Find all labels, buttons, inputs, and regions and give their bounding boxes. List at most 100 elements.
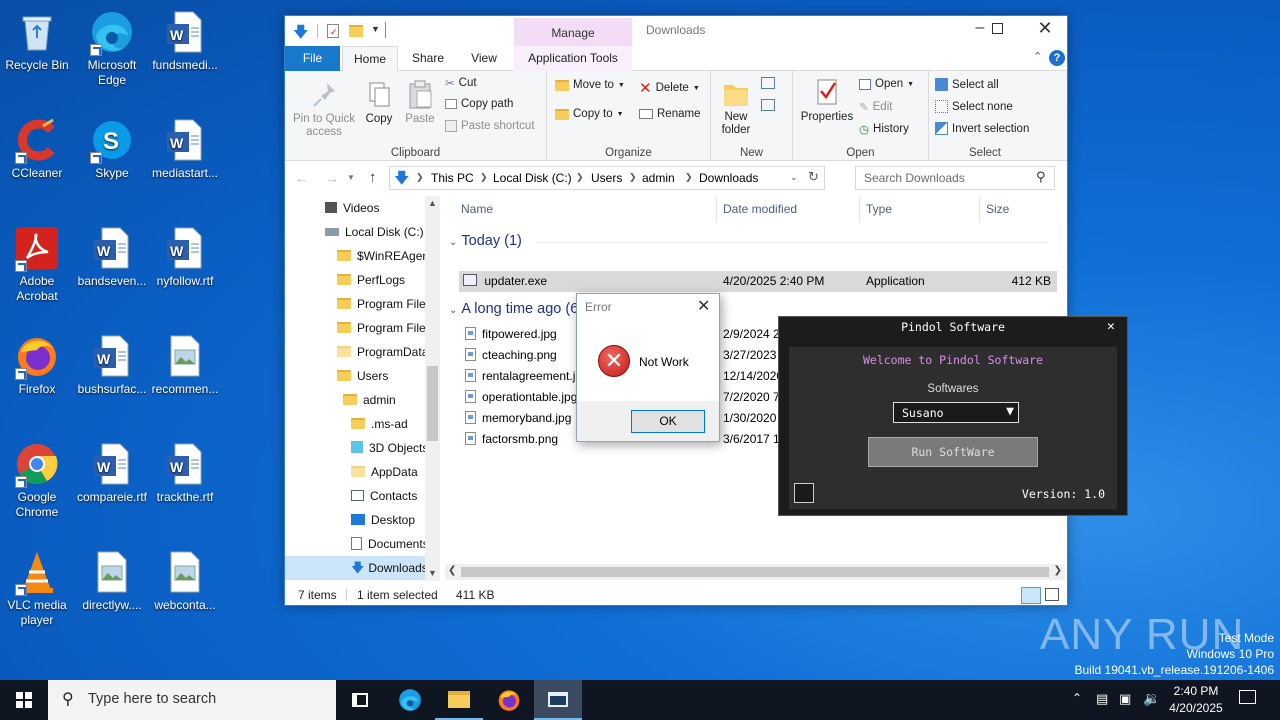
nav-item[interactable]: .ms-ad [351, 412, 408, 436]
breadcrumb-admin[interactable]: admin [642, 171, 675, 185]
column-date-modified[interactable]: Date modified [717, 196, 860, 222]
properties-button[interactable]: Properties [799, 77, 855, 124]
network-icon[interactable]: ▤ [1096, 691, 1108, 707]
pindol-checkbox[interactable] [794, 483, 814, 503]
new-folder-qa-icon[interactable] [349, 25, 363, 37]
taskbar-search-box[interactable]: ⚲ Type here to search [48, 680, 336, 720]
paste-shortcut-button[interactable]: Paste shortcut [445, 120, 535, 132]
search-input[interactable]: Search Downloads [864, 171, 965, 185]
desktop-icon-fundsmedi[interactable]: W fundsmedi... [148, 4, 222, 108]
nav-item[interactable]: $WinREAgent [337, 244, 432, 268]
horizontal-scrollbar[interactable]: ❮ ❯ [445, 564, 1065, 580]
horizontal-scroll-thumb[interactable] [461, 567, 1049, 577]
desktop-icon-recommen[interactable]: recommen... [148, 328, 222, 432]
new-folder-button[interactable]: New folder [715, 77, 757, 137]
breadcrumb-users[interactable]: Users [591, 171, 622, 185]
address-dropdown-icon[interactable]: ⌄ [790, 172, 798, 183]
desktop-icon-firefox[interactable]: Firefox [0, 328, 74, 432]
pindol-close-button[interactable]: ✕ [1107, 319, 1115, 334]
nav-item[interactable]: ProgramData [337, 340, 428, 364]
cut-button[interactable]: ✂ Cut [445, 76, 477, 90]
copy-button[interactable]: Copy [359, 79, 399, 126]
large-icons-view-icon[interactable] [1045, 588, 1059, 601]
scroll-up-icon[interactable]: ▲ [428, 198, 437, 208]
desktop-icon-webconta[interactable]: webconta... [148, 544, 222, 648]
up-button[interactable]: ↑ [369, 169, 377, 186]
recent-locations-icon[interactable]: ▼ [347, 173, 355, 182]
help-icon[interactable]: ? [1049, 50, 1065, 66]
nav-item[interactable]: Program Files [337, 292, 432, 316]
tab-file[interactable]: File [285, 46, 340, 71]
details-view-icon[interactable] [1021, 587, 1041, 604]
nav-scroll-thumb[interactable] [427, 366, 438, 441]
delete-button[interactable]: ✕ Delete ▼ [639, 79, 700, 97]
desktop-icon-mediastart[interactable]: W mediastart... [148, 112, 222, 216]
nav-item[interactable]: AppData [351, 460, 418, 484]
manage-context-tab[interactable]: Manage [514, 18, 632, 46]
breadcrumb-downloads[interactable]: Downloads [699, 171, 758, 185]
desktop-icon-trackthe[interactable]: W trackthe.rtf [148, 436, 222, 540]
column-type[interactable]: Type [860, 196, 980, 222]
close-button[interactable]: ✕ [1033, 18, 1057, 42]
copy-to-button[interactable]: Copy to ▼ [555, 108, 624, 120]
breadcrumb-local-disk[interactable]: Local Disk (C:) [493, 171, 572, 185]
notifications-icon[interactable] [1239, 690, 1256, 704]
back-button[interactable]: ← [295, 170, 309, 186]
group-header-today[interactable]: ⌄ Today (1) [449, 230, 522, 252]
quick-access-down-icon[interactable]: 🡇 [293, 22, 308, 47]
desktop-icon-directlyw[interactable]: directlyw.... [75, 544, 149, 648]
nav-item[interactable]: PerfLogs [337, 268, 405, 292]
desktop-icon-ccleaner[interactable]: CCleaner [0, 112, 74, 216]
copy-path-button[interactable]: Copy path [445, 98, 513, 110]
group-header-long-ago[interactable]: ⌄ A long time ago (6) [449, 298, 583, 320]
new-item-icon[interactable] [761, 77, 775, 89]
easy-access-icon[interactable] [761, 99, 775, 111]
scroll-left-icon[interactable]: ❮ [448, 565, 456, 576]
nav-item[interactable]: Contacts [351, 484, 417, 508]
desktop-icon-compareie[interactable]: W compareie.rtf [75, 436, 149, 540]
task-view-button[interactable] [336, 680, 384, 720]
start-button[interactable] [0, 680, 48, 720]
nav-item[interactable]: Desktop [351, 508, 415, 532]
nav-item-downloads[interactable]: 🡇 Downloads [285, 556, 425, 580]
address-bar[interactable]: 🡇 ❯ This PC ❯ Local Disk (C:) ❯ Users ❯ … [389, 166, 825, 190]
move-to-button[interactable]: Move to ▼ [555, 79, 625, 91]
open-button[interactable]: Open ▼ [859, 78, 914, 90]
minimize-button[interactable]: – [965, 19, 995, 41]
nav-scrollbar[interactable]: ▲ ▼ [425, 196, 440, 581]
clock[interactable]: 2:40 PM 4/20/2025 [1166, 683, 1226, 717]
nav-item[interactable]: 3D Objects [351, 436, 428, 460]
desktop-icon-bushsurfac[interactable]: W bushsurfac... [75, 328, 149, 432]
desktop-icon-edge[interactable]: Microsoft Edge [75, 4, 149, 108]
scroll-down-icon[interactable]: ▼ [428, 568, 437, 578]
nav-item[interactable]: Documents [351, 532, 429, 556]
taskbar-pindol-app[interactable] [534, 680, 582, 720]
breadcrumb-this-pc[interactable]: This PC [431, 171, 474, 185]
select-none-button[interactable]: Select none [935, 100, 1013, 113]
customize-qa-icon[interactable]: ▼ [371, 24, 380, 34]
tab-home[interactable]: Home [342, 46, 398, 72]
volume-icon[interactable]: 🔉 [1143, 690, 1160, 707]
search-box[interactable]: Search Downloads ⚲ [855, 166, 1055, 190]
show-hidden-icons-icon[interactable]: ⌃ [1072, 691, 1082, 705]
collapse-ribbon-icon[interactable]: ⌃ [1033, 50, 1042, 63]
ethernet-icon[interactable]: ▣ [1119, 691, 1131, 707]
desktop-icon-bandseven[interactable]: W bandseven... [75, 220, 149, 324]
run-software-button[interactable]: Run SoftWare [868, 437, 1038, 467]
nav-item[interactable]: admin [343, 388, 396, 412]
desktop-icon-recycle-bin[interactable]: Recycle Bin [0, 4, 74, 108]
nav-item[interactable]: Videos [325, 196, 379, 220]
dialog-close-button[interactable]: ✕ [697, 296, 710, 316]
pin-quick-access-button[interactable]: Pin to Quick access [291, 79, 357, 139]
taskbar-firefox[interactable] [485, 680, 533, 720]
desktop-icon-nyfollow[interactable]: W nyfollow.rtf [148, 220, 222, 324]
rename-button[interactable]: Rename [639, 108, 700, 120]
ok-button[interactable]: OK [631, 410, 705, 433]
desktop-icon-skype[interactable]: S Skype [75, 112, 149, 216]
taskbar-edge[interactable] [386, 680, 434, 720]
desktop-icon-vlc[interactable]: VLC media player [0, 544, 74, 648]
file-row-selected[interactable]: updater.exe 4/20/2025 2:40 PM Applicatio… [459, 271, 1057, 292]
paste-button[interactable]: Paste [401, 79, 439, 126]
tab-application-tools[interactable]: Application Tools [514, 46, 632, 71]
tab-share[interactable]: Share [401, 46, 455, 71]
